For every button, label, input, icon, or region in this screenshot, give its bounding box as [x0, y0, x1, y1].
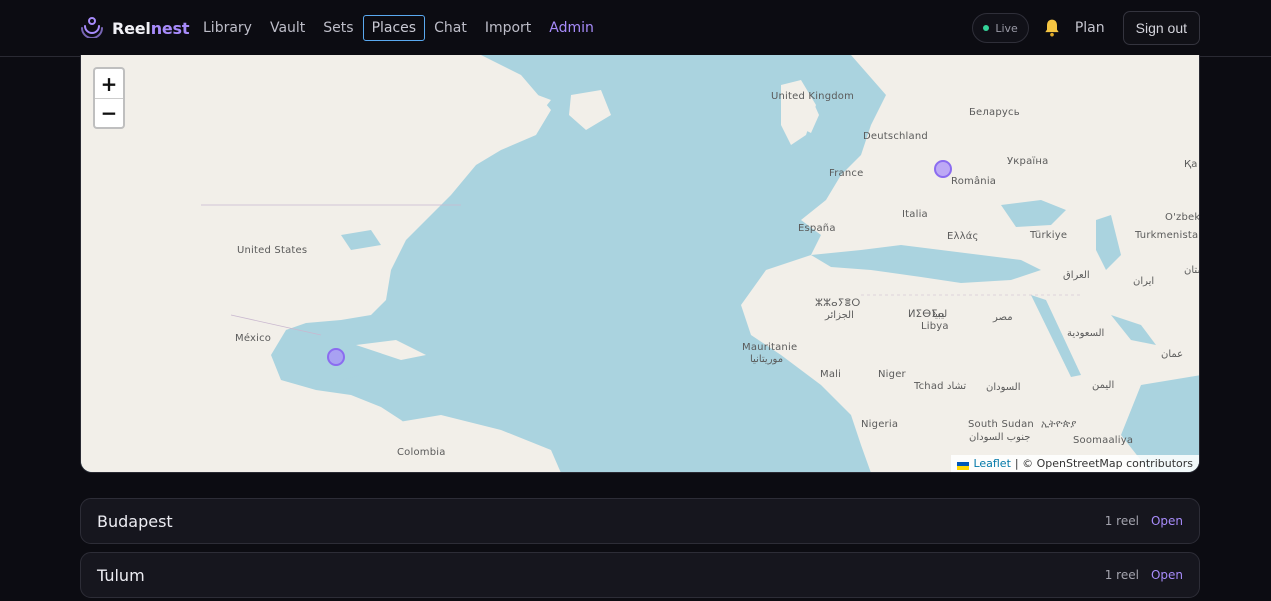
nav-admin[interactable]: Admin — [540, 15, 603, 41]
plan-link[interactable]: Plan — [1075, 20, 1105, 36]
nav-import[interactable]: Import — [476, 15, 540, 41]
map-label-saudi: السعودية — [1067, 328, 1105, 339]
map-label-belarus: Беларусь — [969, 107, 1020, 118]
signal-logo-icon — [80, 14, 104, 42]
map-label-united-states: United States — [237, 245, 308, 256]
map-label-algeria-tifinagh: ⵣⵣⴰⵢⴻⵔ — [815, 298, 861, 309]
nav-sets[interactable]: Sets — [314, 15, 362, 41]
nav-chat[interactable]: Chat — [425, 15, 476, 41]
map-label-libya: Libya — [921, 321, 949, 332]
ukraine-flag-icon — [957, 460, 970, 470]
zoom-control: + − — [93, 67, 125, 129]
map-label-nigeria: Nigeria — [861, 419, 899, 430]
map-label-turkiye: Türkiye — [1030, 230, 1068, 241]
place-reel-count: 1 reel — [1104, 568, 1139, 582]
bell-icon[interactable] — [1041, 17, 1063, 39]
header-actions: Live Plan Sign out — [972, 11, 1200, 45]
map-label-ozbek: O'zbek — [1165, 212, 1200, 223]
map-label-mauritanie: Mauritanie — [742, 342, 798, 353]
brand[interactable]: Reelnest — [80, 14, 190, 42]
map-label-mali: Mali — [820, 369, 842, 380]
place-card[interactable]: Tulum 1 reel Open — [80, 552, 1200, 598]
map-label-colombia: Colombia — [397, 447, 446, 458]
map-label-romania: România — [951, 176, 997, 187]
place-meta: 1 reel Open — [1105, 568, 1183, 582]
live-label: Live — [995, 21, 1018, 35]
zoom-in-button[interactable]: + — [95, 69, 123, 98]
leaflet-link[interactable]: Leaflet — [973, 457, 1010, 470]
live-status-badge: Live — [972, 13, 1029, 43]
place-card[interactable]: Budapest 1 reel Open — [80, 498, 1200, 544]
map-label-mexico: México — [235, 333, 272, 344]
place-reel-count: 1 reel — [1104, 514, 1139, 528]
map-label-italia: Italia — [902, 209, 928, 220]
map-label-tchad: Tchad — [914, 381, 944, 392]
map-label-united-kingdom: United Kingdom — [771, 91, 855, 102]
places-map[interactable]: United Kingdom Беларусь Deutschland Укра… — [80, 55, 1200, 473]
place-open-link[interactable]: Open — [1151, 514, 1183, 528]
place-open-link[interactable]: Open — [1151, 568, 1183, 582]
map-label-espana: España — [798, 223, 836, 234]
map-marker-budapest[interactable] — [934, 160, 952, 178]
map-label-niger: Niger — [878, 369, 906, 380]
nav-library[interactable]: Library — [194, 15, 261, 41]
map-label-somalia: Soomaaliya — [1073, 435, 1134, 446]
place-name: Tulum — [97, 565, 145, 585]
map-label-yemen: اليمن — [1092, 380, 1115, 391]
map-attribution: Leaflet | © OpenStreetMap contributors — [951, 455, 1199, 472]
map-marker-tulum[interactable] — [327, 348, 345, 366]
place-name: Budapest — [97, 511, 173, 531]
nav-places[interactable]: Places — [362, 15, 426, 41]
place-meta: 1 reel Open — [1105, 514, 1183, 528]
map-label-algeria-arabic: الجزائر — [825, 310, 854, 321]
map-label-tchad-arabic: تشاد — [947, 381, 967, 392]
map-label-south-sudan-arabic: جنوب السودان — [969, 432, 1031, 443]
map-tiles — [81, 55, 1199, 472]
map-label-iraq: العراق — [1063, 270, 1090, 281]
osm-attribution-text: | © OpenStreetMap contributors — [1014, 457, 1193, 470]
zoom-out-button[interactable]: − — [95, 98, 123, 127]
live-dot-icon — [983, 25, 990, 31]
map-label-iran: ایران — [1133, 276, 1155, 287]
map-label-iran-edge: ستان — [1184, 265, 1199, 276]
map-label-france: France — [829, 168, 864, 179]
map-label-ellas: Ελλάς — [947, 231, 979, 242]
map-label-turkmenistan: Turkmenista — [1135, 230, 1199, 241]
sign-out-button[interactable]: Sign out — [1122, 11, 1200, 45]
map-label-ethiopia: ኢትዮጵያ — [1041, 419, 1077, 430]
main-nav: Library Vault Sets Places Chat Import Ad… — [194, 15, 603, 41]
nav-vault[interactable]: Vault — [261, 15, 314, 41]
brand-name: Reelnest — [112, 18, 190, 38]
map-label-libya-arabic: ليبيا — [932, 309, 948, 320]
map-label-south-sudan: South Sudan — [968, 419, 1034, 430]
map-label-sudan: السودان — [986, 382, 1021, 393]
map-label-mauritania-arabic: موريتانيا — [750, 354, 784, 365]
top-nav-bar: Reelnest Library Vault Sets Places Chat … — [0, 0, 1271, 57]
map-label-oman: عمان — [1161, 349, 1184, 360]
map-label-deutschland: Deutschland — [863, 131, 928, 142]
map-label-misr: مصر — [993, 312, 1013, 323]
map-label-kaz: Қа — [1184, 159, 1198, 170]
map-label-ukraina: Україна — [1007, 156, 1049, 167]
